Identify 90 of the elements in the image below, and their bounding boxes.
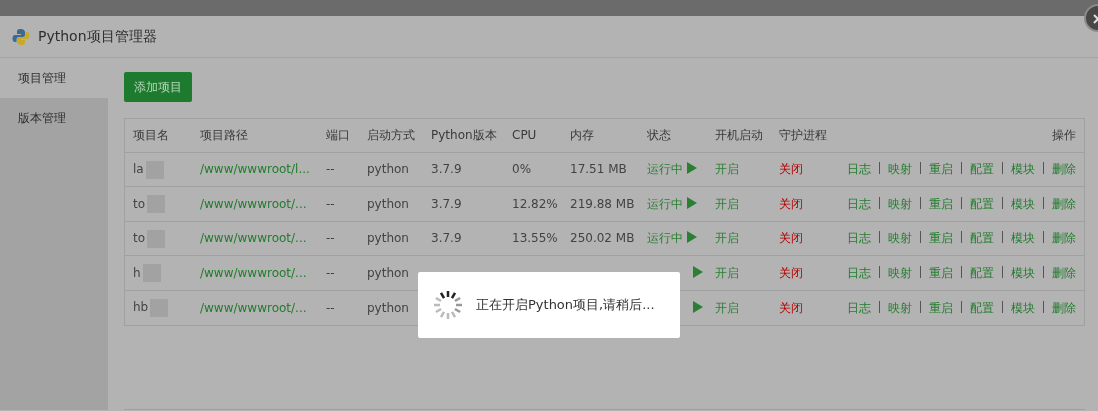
status-text: 运行中	[647, 196, 683, 211]
column-header: 项目名	[133, 128, 169, 143]
action-link[interactable]: 映射	[888, 162, 912, 177]
column-header: 状态	[647, 128, 671, 143]
sidebar-item[interactable]: 项目管理	[0, 58, 108, 98]
table-cell: python	[367, 300, 409, 315]
action-link[interactable]: 重启	[929, 196, 953, 211]
column-header: 端口	[326, 128, 350, 143]
action-link[interactable]: 配置	[970, 196, 994, 211]
column-header: 启动方式	[367, 128, 415, 143]
autostart-status: 开启	[715, 231, 739, 246]
autostart-status: 开启	[715, 162, 739, 177]
action-link[interactable]: 模块	[1011, 196, 1035, 211]
table-cell: 3.7.9	[431, 162, 462, 177]
action-link[interactable]: 重启	[929, 265, 953, 280]
project-path-link[interactable]: /www/wwwroot/...	[200, 265, 307, 280]
project-name: to	[133, 196, 146, 211]
table-cell: 3.7.9	[431, 196, 462, 211]
action-link[interactable]: 日志	[847, 231, 871, 246]
window-title: Python项目管理器	[38, 27, 157, 46]
action-link[interactable]: 日志	[847, 265, 871, 280]
autostart-status: 开启	[715, 300, 739, 315]
action-link[interactable]: 删除	[1052, 162, 1076, 177]
action-link[interactable]: 删除	[1052, 196, 1076, 211]
action-link[interactable]: 重启	[929, 162, 953, 177]
project-name: hb	[133, 300, 149, 315]
action-link[interactable]: 配置	[970, 162, 994, 177]
loading-message: 正在开启Python项目,请稍后...	[476, 296, 655, 315]
table-cell: 0%	[512, 162, 532, 177]
action-link[interactable]: 删除	[1052, 300, 1076, 315]
column-header: CPU	[512, 128, 537, 143]
column-header: Python版本	[431, 128, 497, 143]
action-link[interactable]: 映射	[888, 300, 912, 315]
daemon-status: 关闭	[779, 300, 803, 315]
autostart-status: 开启	[715, 196, 739, 211]
table-cell: 13.55%	[512, 231, 558, 246]
add-project-button[interactable]: 添加项目	[124, 72, 192, 102]
column-header: 项目路径	[200, 128, 248, 143]
project-name: to	[133, 231, 146, 245]
table-cell: --	[326, 196, 335, 211]
action-link[interactable]: 日志	[847, 196, 871, 211]
table-cell: 12.82%	[512, 196, 558, 211]
sidebar-item[interactable]: 版本管理	[0, 98, 108, 138]
daemon-status: 关闭	[779, 162, 803, 177]
project-name: h	[133, 265, 141, 280]
action-link[interactable]: 配置	[970, 231, 994, 246]
project-path-link[interactable]: /www/wwwroot/...	[200, 300, 307, 315]
daemon-status: 关闭	[779, 196, 803, 211]
table-cell: --	[326, 300, 335, 315]
table-cell: --	[326, 231, 335, 246]
table-cell: python	[367, 196, 409, 211]
action-link[interactable]: 配置	[970, 300, 994, 315]
action-link[interactable]: 模块	[1011, 265, 1035, 280]
table-cell: python	[367, 265, 409, 280]
column-header: 内存	[570, 128, 594, 143]
action-link[interactable]: 映射	[888, 196, 912, 211]
action-link[interactable]: 重启	[929, 231, 953, 246]
table-cell: 3.7.9	[431, 231, 462, 246]
column-header: 守护进程	[779, 128, 827, 143]
action-link[interactable]: 重启	[929, 300, 953, 315]
status-text: 运行中	[647, 231, 683, 246]
table-cell: 250.02 MB	[570, 231, 635, 246]
column-header: 操作	[1052, 128, 1076, 143]
autostart-status: 开启	[715, 265, 739, 280]
action-link[interactable]: 映射	[888, 265, 912, 280]
action-link[interactable]: 映射	[888, 231, 912, 246]
action-link[interactable]: 日志	[847, 162, 871, 177]
project-path-link[interactable]: /www/wwwroot/...	[200, 196, 307, 211]
action-link[interactable]: 模块	[1011, 231, 1035, 246]
action-link[interactable]: 删除	[1052, 265, 1076, 280]
daemon-status: 关闭	[779, 231, 803, 246]
project-name: la	[133, 162, 144, 176]
table-cell: python	[367, 162, 409, 177]
spinner-icon	[432, 289, 464, 321]
python-logo-icon	[12, 27, 30, 46]
table-cell: python	[367, 231, 409, 246]
action-link[interactable]: 模块	[1011, 300, 1035, 315]
project-path-link[interactable]: /www/wwwroot/...	[200, 231, 307, 246]
column-header: 开机启动	[715, 128, 763, 143]
action-link[interactable]: 模块	[1011, 162, 1035, 177]
action-link[interactable]: 删除	[1052, 231, 1076, 246]
table-cell: --	[326, 265, 335, 280]
action-link[interactable]: 日志	[847, 300, 871, 315]
daemon-status: 关闭	[779, 265, 803, 280]
status-text: 运行中	[647, 162, 683, 177]
table-cell: 219.88 MB	[570, 196, 635, 211]
project-path-link[interactable]: /www/wwwroot/l...	[200, 162, 310, 177]
action-link[interactable]: 配置	[970, 265, 994, 280]
table-cell: 17.51 MB	[570, 162, 627, 177]
table-cell: --	[326, 162, 335, 177]
